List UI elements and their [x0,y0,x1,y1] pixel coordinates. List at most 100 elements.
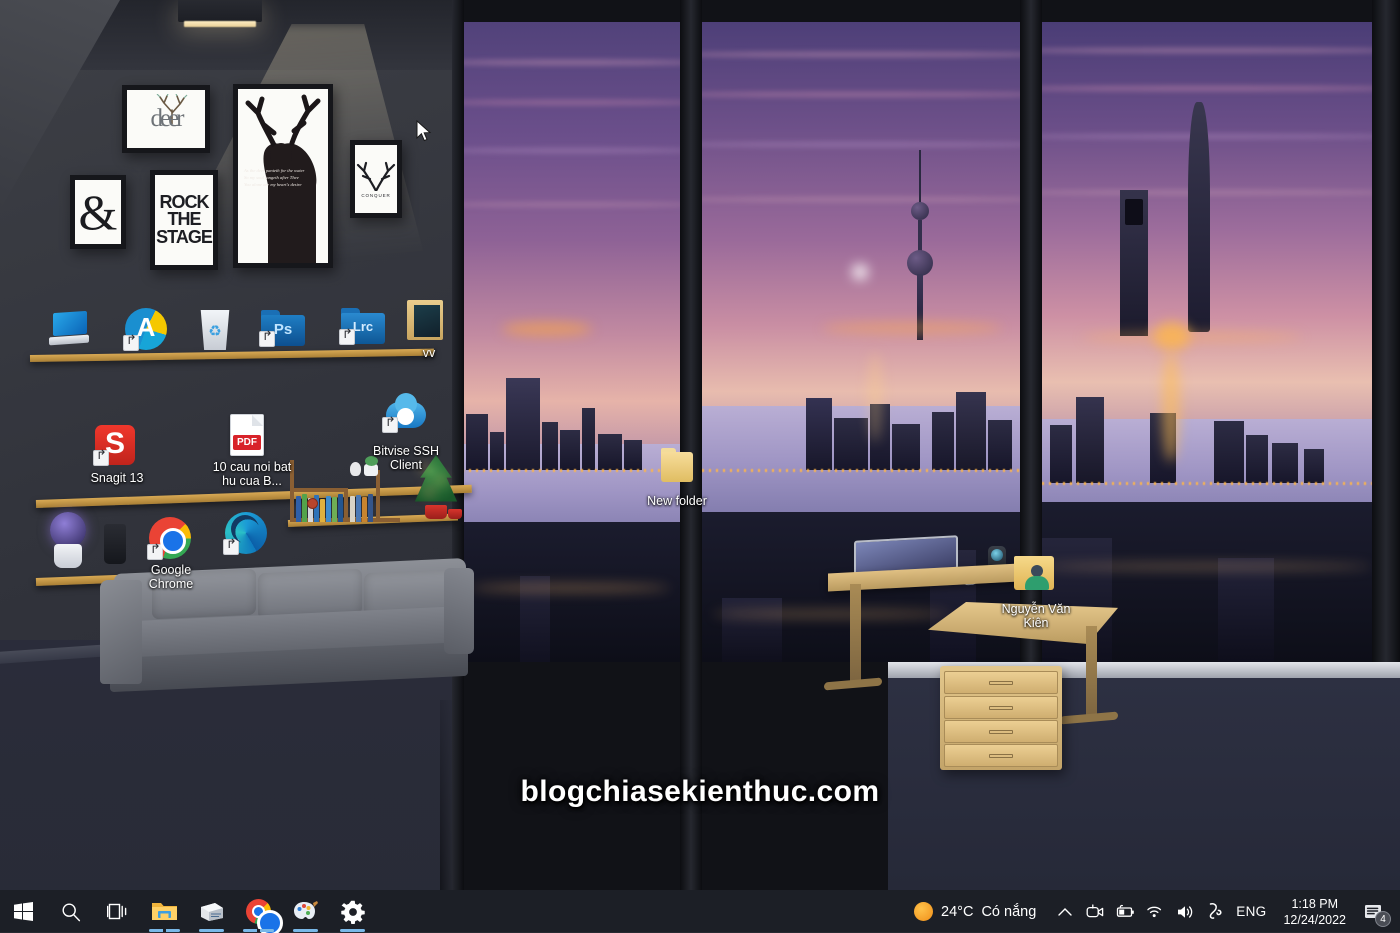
decor-mug [104,524,126,564]
chrome-icon [246,899,283,933]
desktop-icon-google-chrome[interactable]: Google Chrome [128,517,214,591]
antler-graphic [356,161,396,191]
framed-poster-antler: CONQUER [350,140,402,218]
rock-line-3: STAGE [156,226,213,247]
desktop-wallpaper[interactable]: deer & ROCK THE STAGE As the deer pantet… [0,0,1400,890]
watermark-text: blogchiasekienthuc.com [520,775,880,808]
snagit-icon [93,425,135,466]
folder-thumbnail-icon [407,300,443,340]
chrome-icon [147,517,191,560]
desktop-icon-user-folder[interactable]: Nguyễn Văn Kiên [990,556,1082,630]
shortcut-arrow-icon [123,335,139,351]
shortcut-arrow-icon [382,417,398,433]
clock-date: 12/24/2022 [1283,912,1346,927]
framed-poster-deer: deer [122,85,210,153]
desktop-icon-bitvise-ssh[interactable]: Bitvise SSH Client [360,393,452,472]
running-indicator [243,929,274,932]
running-indicator [340,929,365,932]
shortcut-arrow-icon [223,539,239,555]
language-indicator[interactable]: ENG [1230,904,1275,919]
desktop-icon-vv[interactable]: vv [386,300,472,360]
world-financial-center [1120,190,1148,336]
poster-deer-text: deer [150,105,184,132]
icon-label: Google Chrome [148,563,194,591]
system-tray [1050,890,1230,933]
running-indicator [199,929,224,932]
window-pane-right [1042,22,1372,662]
desktop-screen: deer & ROCK THE STAGE As the deer pantet… [0,0,1400,933]
window-pane-left [462,22,680,662]
icon-label: Bitvise SSH Client [373,444,439,472]
volume-icon-button[interactable] [1170,890,1200,933]
desktop-icon-pdf-document[interactable]: 10 cau noi bat hu cua B... [206,414,298,488]
icon-label: vv [422,346,436,360]
taskbar-app-settings[interactable] [329,890,376,933]
file-explorer-icon [152,903,177,920]
task-view-icon [107,903,127,920]
desktop-icon-photoshop[interactable]: Ps [240,310,326,356]
framed-poster-rock-the-stage: ROCK THE STAGE [150,170,218,270]
weather-widget[interactable]: 24°C Có nắng [908,902,1050,921]
unikey-tray-icon [1209,902,1222,919]
weather-temperature: 24°C [941,903,974,920]
desk-clock [307,498,318,509]
desktop-icon-microsoft-edge[interactable] [204,512,290,558]
shortcut-arrow-icon [147,544,163,560]
monitor-icon [49,310,91,348]
framed-poster-stag: As the deer panteth for the water So my … [233,84,333,268]
taskbar-app-paint-3d[interactable] [282,890,329,933]
photoshop-folder-icon: Ps [259,310,305,347]
decor-drawer-cabinet [940,666,1062,770]
lightroom-folder-icon: Lrc [339,308,385,345]
bitvise-cloud-icon [382,393,428,433]
clock-area[interactable]: 1:18 PM 12/24/2022 [1275,896,1354,928]
taskbar-app-file-explorer[interactable] [141,890,188,933]
taskbar-right-group: 24°C Có nắng ENG 1:18 PM 12/24/2022 4 [908,890,1400,933]
network-icon-button[interactable] [1140,890,1170,933]
shortcut-arrow-icon [93,450,109,466]
desktop-icon-this-pc[interactable] [28,310,114,358]
mouse-cursor [416,120,432,142]
taskbar-app-unikey[interactable] [188,890,235,933]
ceiling-lamp [178,0,262,22]
task-view-button[interactable] [94,890,141,933]
poster-ampersand-text: & [78,184,118,240]
unikey-tray-icon-button[interactable] [1200,890,1230,933]
camera-privacy-icon-button[interactable] [1080,890,1110,933]
autodesk-icon [123,308,167,351]
shortcut-arrow-icon [339,329,355,345]
icon-label: New folder [647,494,707,508]
poster-stag-script: As the deer panteth for the water So my … [244,168,305,188]
show-hidden-icons-button[interactable] [1050,890,1080,933]
desktop-icon-new-folder[interactable]: New folder [634,448,720,508]
user-folder-icon [1014,556,1054,590]
taskbar-app-chrome[interactable] [235,890,283,933]
recycle-bin-icon [200,310,230,350]
search-button[interactable] [47,890,94,933]
battery-icon-button[interactable] [1110,890,1140,933]
poster-antler-caption: CONQUER [361,192,391,198]
taskbar-left-group [0,890,376,933]
taskbar: 24°C Có nắng ENG 1:18 PM 12/24/2022 4 [0,890,1400,933]
camera-icon [1086,903,1104,917]
action-center-button[interactable]: 4 [1354,890,1394,933]
shanghai-tower [1188,102,1210,332]
speaker-icon [1177,905,1192,918]
start-button[interactable] [0,890,47,933]
framed-poster-ampersand: & [70,175,126,249]
clock-time: 1:18 PM [1291,896,1338,911]
running-indicator [149,929,180,932]
notification-badge: 4 [1375,911,1391,927]
folder-icon [661,448,693,482]
weather-condition: Có nắng [981,903,1037,920]
desktop-icon-snagit[interactable]: Snagit 13 [74,425,160,485]
gear-icon [340,900,365,924]
decor-snow-globe [48,512,88,574]
chevron-up-icon [1058,907,1072,916]
search-icon [61,902,80,921]
edge-icon [223,512,267,555]
shortcut-arrow-icon [259,331,275,347]
pdf-file-icon [230,414,264,456]
icon-label: Nguyễn Văn Kiên [1001,602,1071,630]
wifi-icon [1147,906,1162,918]
